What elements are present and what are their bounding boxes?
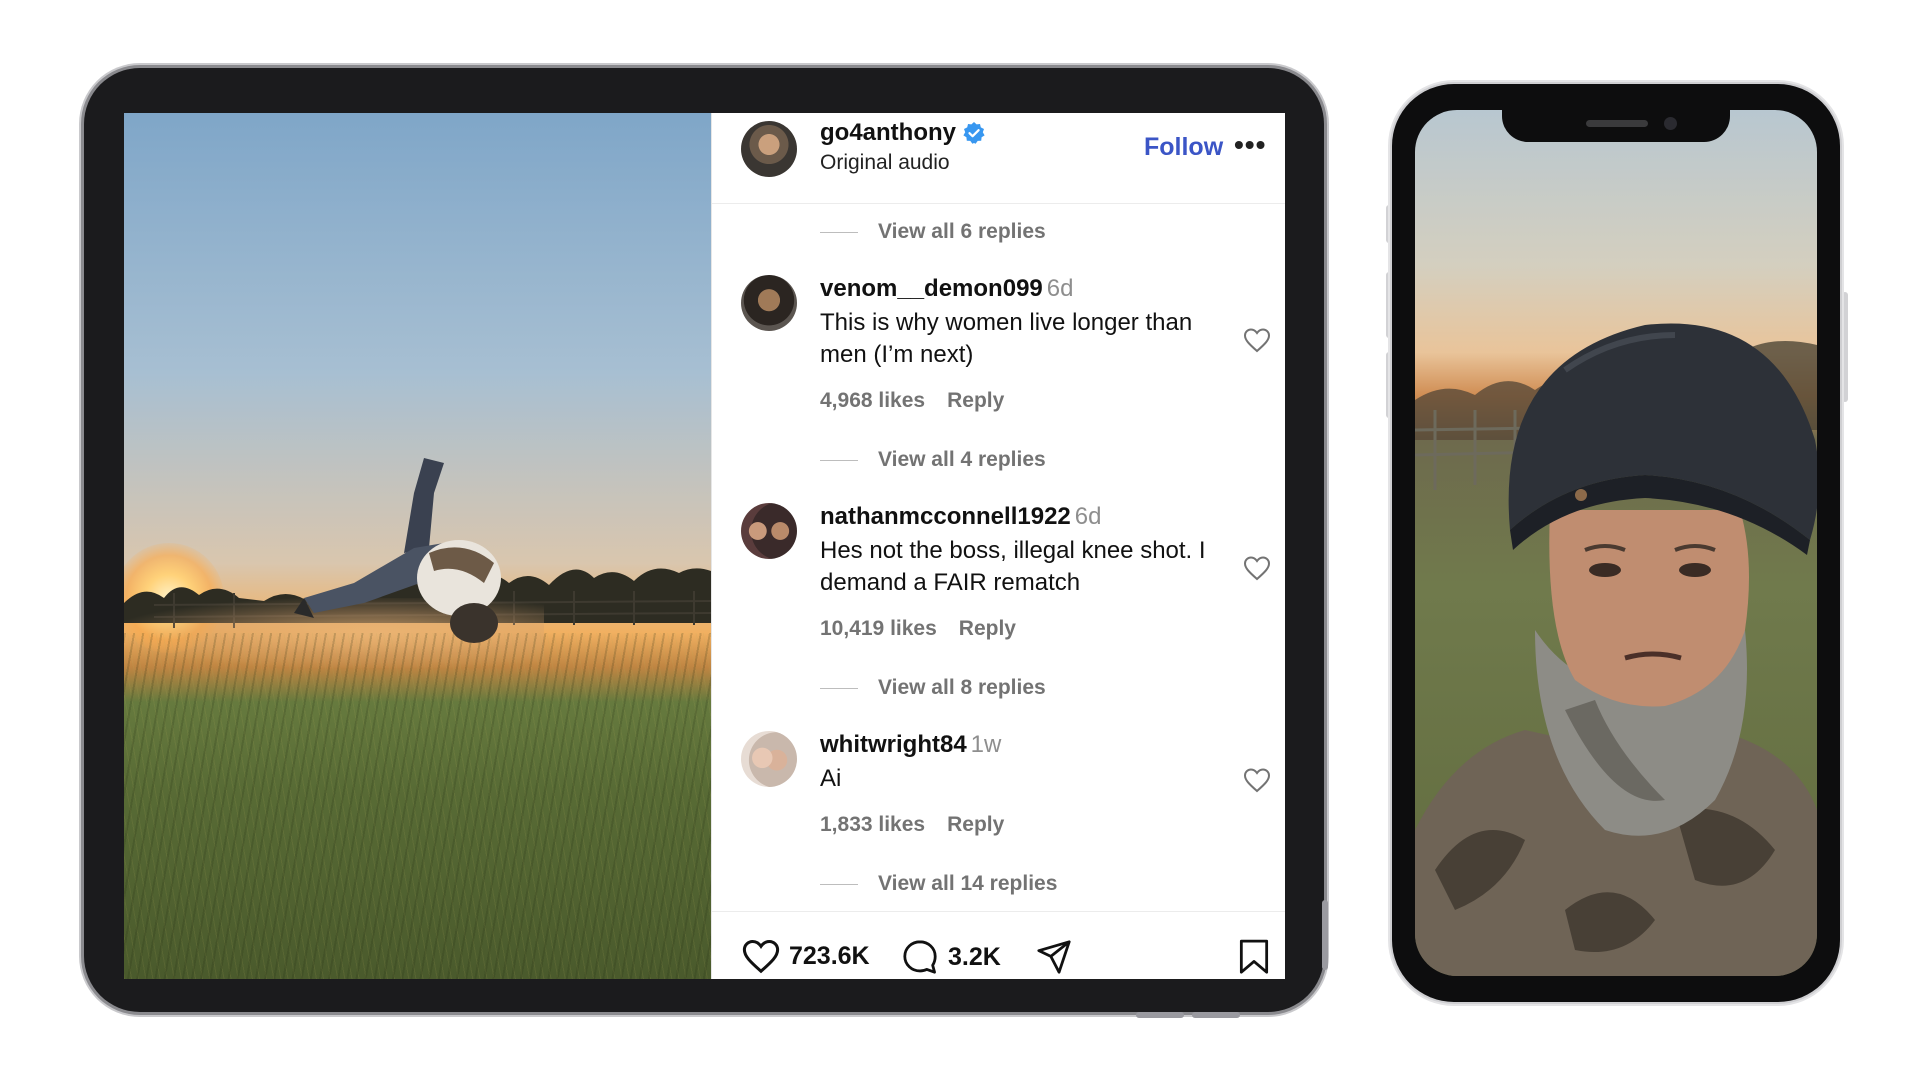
comment-count: 3.2K — [948, 942, 1001, 971]
screenshot-stage: go4anthony Original audio Follow ••• Vie… — [0, 0, 1920, 1080]
comment-header: venom__demon099 6d — [820, 275, 1073, 303]
commenter-username[interactable]: nathanmcconnell1922 — [820, 503, 1071, 530]
phone-screen-video[interactable] — [1415, 110, 1817, 976]
view-replies-label: View all 8 replies — [878, 676, 1046, 699]
comment-likes[interactable]: 1,833 likes — [820, 813, 925, 837]
post-action-bar: 723.6K 3.2K — [712, 911, 1285, 979]
comment-header: whitwright84 1w — [820, 731, 1001, 759]
view-replies-button[interactable]: View all 8 replies — [820, 676, 1046, 700]
comment-meta: 1,833 likes Reply — [820, 813, 1004, 837]
view-replies-button[interactable]: View all 6 replies — [820, 220, 1046, 244]
view-replies-label: View all 4 replies — [878, 448, 1046, 471]
more-options-icon[interactable]: ••• — [1234, 129, 1266, 161]
replies-divider — [820, 883, 858, 885]
heart-icon[interactable] — [741, 938, 781, 974]
comment-item: whitwright84 1w Ai 1,833 likes Reply — [712, 731, 1285, 841]
view-replies-label: View all 6 replies — [878, 220, 1046, 243]
comment-meta: 10,419 likes Reply — [820, 617, 1016, 641]
comment-like-heart-icon[interactable] — [1243, 555, 1271, 581]
commenter-username[interactable]: venom__demon099 — [820, 275, 1043, 302]
comment-icon[interactable] — [900, 938, 940, 976]
bookmark-icon[interactable] — [1237, 938, 1271, 976]
view-replies-label: View all 14 replies — [878, 872, 1058, 895]
reply-button[interactable]: Reply — [947, 389, 1004, 413]
author-username[interactable]: go4anthony — [820, 119, 956, 147]
comment-item: nathanmcconnell1922 6d Hes not the boss, … — [712, 503, 1285, 643]
comment-time: 6d — [1046, 275, 1074, 302]
flipping-person — [294, 458, 501, 643]
replies-divider — [820, 231, 858, 233]
audio-label[interactable]: Original audio — [820, 151, 950, 175]
comment-action[interactable]: 3.2K — [900, 938, 1001, 976]
phone-power-button — [1842, 292, 1848, 402]
share-action[interactable] — [1034, 938, 1074, 976]
follow-button[interactable]: Follow — [1144, 133, 1223, 162]
comment-meta: 4,968 likes Reply — [820, 389, 1004, 413]
commenter-username[interactable]: whitwright84 — [820, 731, 967, 758]
comments-panel: go4anthony Original audio Follow ••• Vie… — [711, 113, 1285, 979]
tablet-side-button — [1322, 900, 1328, 970]
comment-text: This is why women live longer than men (… — [820, 309, 1193, 368]
comment-item: venom__demon099 6d This is why women live… — [712, 275, 1285, 415]
commenter-avatar[interactable] — [741, 731, 797, 787]
share-icon[interactable] — [1034, 938, 1074, 976]
video-person-helmet — [1415, 323, 1817, 976]
post-header: go4anthony Original audio Follow ••• — [712, 113, 1285, 204]
comment-text: Hes not the boss, illegal knee shot. I d… — [820, 537, 1206, 596]
tablet-volume-button — [1192, 1012, 1240, 1018]
verified-badge-icon — [963, 122, 985, 144]
reel-video[interactable] — [124, 113, 711, 979]
comment-like-heart-icon[interactable] — [1243, 327, 1271, 353]
tablet-volume-button — [1136, 1012, 1184, 1018]
save-action[interactable] — [1237, 938, 1271, 976]
author-row: go4anthony — [820, 119, 986, 147]
author-avatar[interactable] — [741, 121, 797, 177]
like-action[interactable]: 723.6K — [741, 938, 870, 974]
reply-button[interactable]: Reply — [947, 813, 1004, 837]
comment-time: 1w — [970, 731, 1002, 758]
comment-header: nathanmcconnell1922 6d — [820, 503, 1101, 531]
comment-time: 6d — [1074, 503, 1102, 530]
commenter-avatar[interactable] — [741, 503, 797, 559]
reply-button[interactable]: Reply — [959, 617, 1016, 641]
comment-like-heart-icon[interactable] — [1243, 767, 1271, 793]
view-replies-button[interactable]: View all 4 replies — [820, 448, 1046, 472]
grass-field — [124, 633, 711, 979]
phone-front-camera — [1664, 117, 1677, 130]
phone-speaker — [1586, 120, 1648, 127]
comment-likes[interactable]: 4,968 likes — [820, 389, 925, 413]
like-count: 723.6K — [789, 941, 870, 970]
replies-divider — [820, 687, 858, 689]
view-replies-button[interactable]: View all 14 replies — [820, 872, 1057, 896]
comment-text: Ai — [820, 765, 842, 792]
replies-divider — [820, 459, 858, 461]
commenter-avatar[interactable] — [741, 275, 797, 331]
tablet-screen: go4anthony Original audio Follow ••• Vie… — [124, 113, 1285, 979]
comment-likes[interactable]: 10,419 likes — [820, 617, 937, 641]
